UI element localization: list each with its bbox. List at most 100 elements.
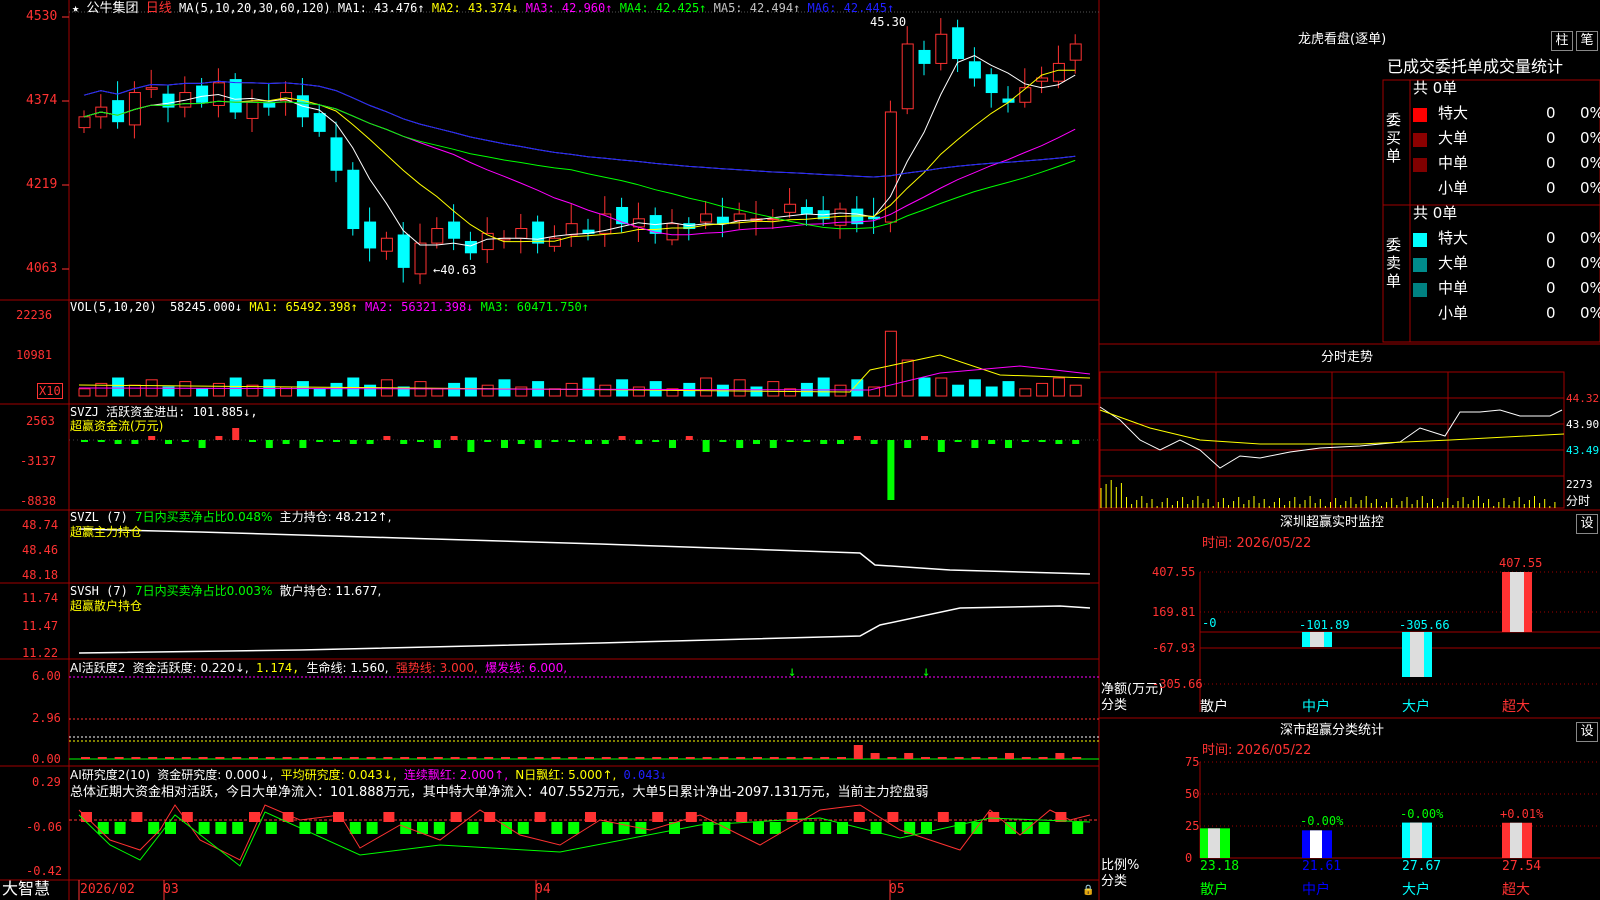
monitor-category: 中户	[1302, 699, 1330, 715]
buy-percent-value: 0%	[1580, 154, 1600, 172]
volume-bar	[700, 377, 713, 397]
buy-count: 共 0单	[1413, 79, 1458, 97]
period-label[interactable]: 日线	[146, 1, 172, 16]
candle-up	[666, 223, 679, 241]
classify-value: 27.54	[1502, 859, 1542, 874]
research-bar	[349, 822, 361, 834]
fund-flow-bar	[853, 436, 861, 440]
buy-volume-value: 0	[1546, 104, 1556, 122]
fund-flow-bar	[81, 440, 88, 442]
research-bar	[853, 812, 865, 822]
fund-flow-bar	[366, 440, 374, 444]
activity-bar	[837, 757, 846, 759]
classify-time: 时间: 2026/05/22	[1202, 743, 1312, 758]
candle-up	[414, 242, 427, 275]
volume-bar	[632, 386, 645, 397]
classify-settings-button[interactable]: 设	[1576, 722, 1598, 742]
research-bar	[1072, 822, 1084, 834]
intraday-vol-max: 2273	[1566, 478, 1593, 491]
vol-ytick: 10981	[16, 348, 53, 362]
research-bar	[114, 822, 126, 834]
activity-bar	[417, 757, 426, 759]
main-ytick: 4219	[26, 177, 58, 192]
sell-volume-value: 0	[1546, 304, 1556, 322]
stock-name[interactable]: 公牛集团	[86, 1, 138, 16]
signal-arrow: ↓	[922, 664, 930, 680]
classify-bar-highlight	[1510, 822, 1522, 858]
candle-up	[145, 87, 158, 90]
fund-flow-bar	[803, 440, 811, 442]
brand-label[interactable]: 大智慧	[2, 880, 50, 898]
main-header: ★ 公牛集团 日线 MA(5,10,20,30,60,120) MA1: 43.…	[72, 1, 894, 16]
candle-up	[884, 111, 897, 223]
research-bar	[383, 812, 395, 822]
candle-up	[1069, 43, 1082, 61]
volume-bar	[649, 381, 662, 397]
research-bar	[366, 822, 378, 834]
classify-value: 27.67	[1402, 859, 1442, 874]
low-price-label: ←40.63	[433, 263, 477, 277]
classify-ytick: 50	[1185, 787, 1200, 801]
buy-size-label: 中单	[1438, 154, 1469, 172]
volume-bar	[128, 384, 141, 397]
buy-percent-value: 0%	[1580, 129, 1600, 147]
bar-mode-button[interactable]: 柱	[1551, 31, 1573, 51]
fund-flow-bar	[501, 440, 508, 448]
fund-flow-bar	[585, 440, 592, 444]
sell-count: 共 0单	[1413, 204, 1458, 222]
research-bar	[316, 822, 328, 834]
buy-size-label: 小单	[1438, 179, 1469, 197]
activity-bar	[988, 757, 998, 759]
volume-bar	[431, 388, 444, 397]
activity-bar	[316, 757, 326, 759]
volume-bar	[498, 379, 511, 397]
activity-bar	[820, 757, 830, 759]
volume-bar	[78, 388, 91, 397]
research-bar	[652, 812, 664, 822]
fund-flow-bar	[1055, 440, 1063, 444]
classify-change: -0.00%	[1300, 814, 1344, 829]
fund-flow-bar	[349, 440, 357, 444]
high-price-label: 45.30	[870, 15, 907, 29]
ma-value: MA1: 43.476↑	[337, 1, 425, 15]
volume-bar	[599, 384, 612, 397]
volume-bar	[229, 377, 242, 397]
research-bar	[131, 812, 143, 822]
volume-bar	[733, 379, 746, 397]
fund-flow-bar	[383, 436, 391, 440]
chart-canvas[interactable]: ↓ ↓	[0, 0, 1600, 900]
tick-mode-button[interactable]: 笔	[1576, 31, 1598, 51]
candle-up	[246, 101, 259, 119]
activity-bar	[198, 757, 208, 759]
activity-bar	[249, 757, 258, 759]
ai-research-ytick: 0.29	[32, 775, 61, 789]
monitor-category: 超大	[1502, 699, 1530, 715]
svzj-title: 超赢资金流(万元)	[70, 419, 164, 433]
volume-bar	[112, 377, 125, 397]
classify-category: 中户	[1302, 882, 1330, 898]
monitor-value: 407.55	[1499, 556, 1543, 570]
candle-down	[330, 137, 343, 171]
ai-research-value: 资金研究度: 0.000↓,	[157, 768, 274, 782]
research-bar	[215, 822, 227, 834]
intraday-title: 分时走势	[1321, 350, 1374, 365]
monitor-settings-button[interactable]: 设	[1576, 514, 1598, 534]
lock-icon[interactable]: 🔒	[1082, 884, 1094, 898]
star-icon[interactable]: ★	[72, 1, 79, 15]
activity-bar	[937, 757, 947, 759]
svzl-ytick: 48.74	[22, 518, 59, 532]
fund-flow-bar	[1021, 440, 1029, 442]
volume-bar	[464, 377, 477, 397]
volume-bar	[1052, 377, 1065, 397]
activity-bar	[551, 757, 561, 759]
ai-research-nday: N日飘红: 5.000↑,	[515, 768, 617, 782]
candle-down	[868, 216, 881, 220]
ma-values: MA1: 43.476↑ MA2: 43.374↓ MA3: 42.960↑ M…	[338, 1, 894, 15]
research-bar	[820, 822, 832, 834]
classify-ytick: 0	[1185, 851, 1193, 865]
volume-bar	[1069, 384, 1082, 397]
candle-up	[78, 116, 91, 129]
activity-bar	[81, 757, 90, 759]
activity-bar	[148, 757, 158, 759]
vol-unit[interactable]: X10	[37, 383, 63, 399]
